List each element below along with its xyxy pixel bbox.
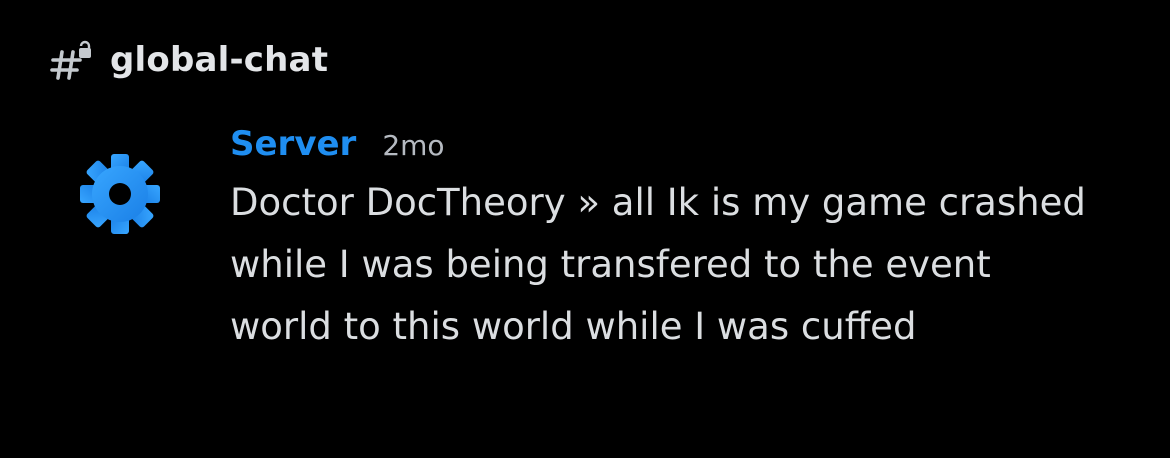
message-header: Server 2mo (230, 124, 1130, 178)
message-body: Server 2mo Doctor DocTheory » all Ik is … (230, 124, 1130, 358)
author-name[interactable]: Server (230, 124, 356, 164)
avatar[interactable] (78, 152, 162, 236)
hash-lock-icon (50, 38, 94, 82)
channel-header[interactable]: global-chat (50, 34, 328, 86)
channel-name: global-chat (110, 40, 329, 80)
message-timestamp[interactable]: 2mo (382, 129, 444, 162)
message-content: Doctor DocTheory » all Ik is my game cra… (230, 181, 1086, 348)
gear-icon (80, 154, 160, 234)
